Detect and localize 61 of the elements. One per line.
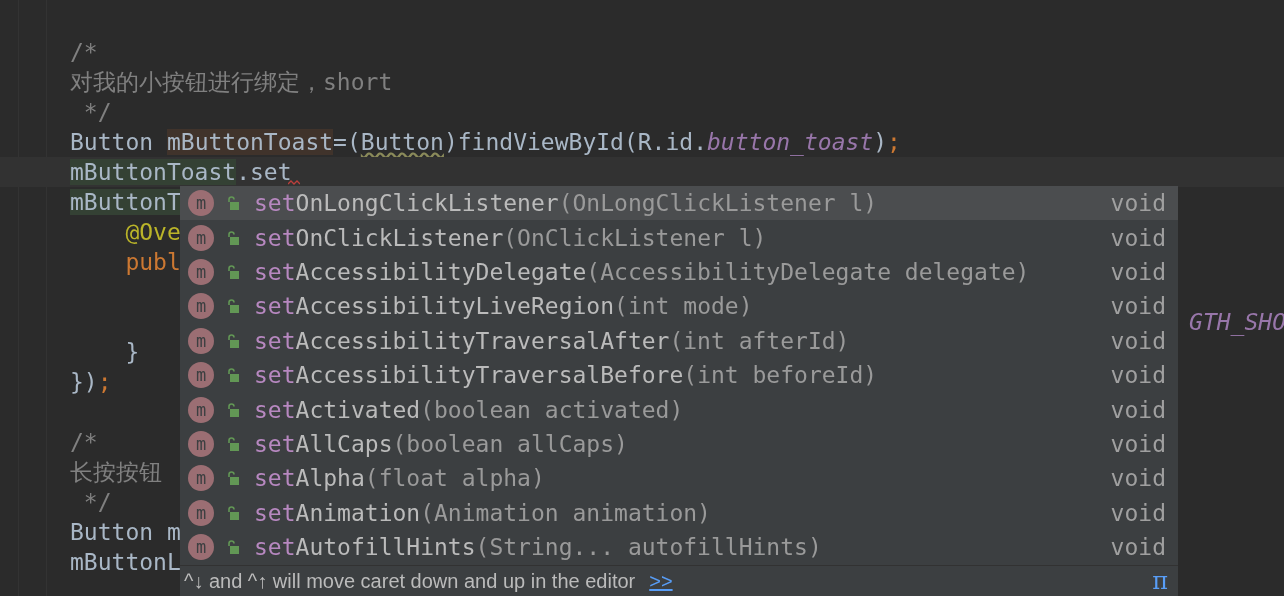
method-icon: m [188, 190, 214, 217]
completion-item[interactable]: m setAccessibilityLiveRegion(int mode) void [180, 289, 1178, 324]
method-icon: m [188, 430, 214, 457]
method-icon: m [188, 396, 214, 423]
method-icon: m [188, 362, 214, 389]
completion-item[interactable]: m setAutofillHints(String... autofillHints) void [180, 529, 1178, 565]
return-type: void [1110, 430, 1166, 457]
return-type: void [1110, 396, 1166, 423]
return-type: void [1110, 327, 1166, 354]
code-line: }); [70, 368, 112, 396]
method-signature: setAccessibilityLiveRegion(int mode) [254, 293, 754, 320]
method-signature: setAccessibilityTraversalBefore(int beforeId) [254, 362, 879, 389]
code-line: */ [82, 98, 112, 126]
completion-item[interactable]: m setAnimation(Animation animation) void [180, 495, 1178, 530]
method-icon: m [188, 258, 214, 285]
return-type: void [1110, 534, 1166, 561]
method-icon: m [188, 534, 214, 561]
code-line: 对我的小按钮进行绑定，short [70, 68, 393, 96]
method-signature: setOnClickListener(OnClickListener l) [254, 224, 768, 251]
code-line: Button mButtonToast=(Button)findViewById(R.id.button_toast); [70, 128, 901, 156]
code-line: publ [124, 248, 181, 276]
completion-item[interactable]: m setAccessibilityDelegate(AccessibilityDelegate delegate) void [180, 254, 1178, 290]
return-type: void [1110, 499, 1166, 526]
return-type: void [1110, 224, 1166, 251]
pi-icon[interactable]: π [1152, 567, 1168, 595]
method-signature: setAlpha(float alpha) [254, 465, 546, 492]
completion-item[interactable]: m setAccessibilityTraversalAfter(int afterId) void [180, 323, 1178, 358]
return-type: void [1110, 465, 1166, 492]
method-signature: setOnLongClickListener(OnLongClickListener l) [254, 190, 879, 217]
code-line: mButtonL [70, 548, 181, 576]
code-line: 长按按钮 [70, 458, 162, 486]
method-icon: m [188, 465, 214, 492]
method-signature: setAutofillHints(String... autofillHints) [254, 534, 823, 561]
return-type: void [1110, 190, 1166, 217]
method-signature: setActivated(boolean activated) [254, 396, 685, 423]
method-signature: setAllCaps(boolean allCaps) [254, 430, 629, 457]
code-line: */ [82, 488, 112, 516]
method-icon: m [188, 499, 214, 526]
completion-item[interactable]: m setAllCaps(boolean allCaps) void [180, 426, 1178, 462]
completion-item[interactable]: m setActivated(boolean activated) void [180, 392, 1178, 427]
completion-item[interactable]: m setOnClickListener(OnClickListener l) void [180, 220, 1178, 255]
hint-text: ^↓ and ^↑ will move caret down and up in the editor [184, 569, 636, 593]
code-line: mButtonToast.set [70, 158, 292, 186]
method-signature: setAnimation(Animation animation) [254, 499, 712, 526]
code-line: /* [70, 428, 98, 456]
code-line: } [124, 338, 140, 366]
method-signature: setAccessibilityDelegate(AccessibilityDelegate delegate) [254, 258, 1031, 285]
return-type: void [1110, 293, 1166, 320]
code-line: /* [70, 38, 98, 66]
return-type: void [1110, 258, 1166, 285]
more-link[interactable]: >> [649, 569, 673, 593]
code-line: Button m [70, 518, 181, 546]
return-type: void [1110, 362, 1166, 389]
completion-item[interactable]: m setAccessibilityTraversalBefore(int beforeId) void [180, 357, 1178, 393]
completion-item[interactable]: m setAlpha(float alpha) void [180, 461, 1178, 496]
method-icon: m [188, 327, 214, 354]
method-icon: m [188, 224, 214, 251]
method-icon: m [188, 293, 214, 320]
code-line: @Ove [124, 218, 181, 246]
method-signature: setAccessibilityTraversalAfter(int afterId) [254, 327, 851, 354]
completion-item[interactable]: m setOnLongClickListener(OnLongClickListener l) void [180, 186, 1178, 221]
